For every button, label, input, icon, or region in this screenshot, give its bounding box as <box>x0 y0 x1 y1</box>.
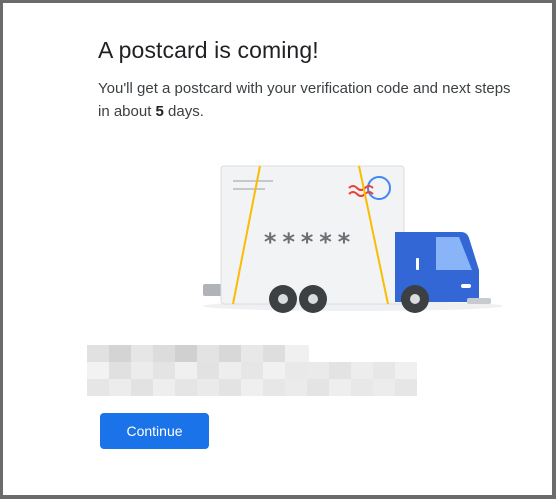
postcard-truck-illustration: ***** <box>203 165 503 313</box>
redacted-text-line <box>87 379 417 396</box>
postcard-dialog: A postcard is coming! You'll get a postc… <box>3 3 552 495</box>
delivery-days: 5 <box>155 103 164 120</box>
dialog-title: A postcard is coming! <box>98 37 319 63</box>
postcard-code-mask: ***** <box>263 228 355 256</box>
continue-button[interactable]: Continue <box>100 413 209 449</box>
redacted-text-line <box>87 345 417 362</box>
redacted-text-block <box>87 345 417 397</box>
dialog-description: You'll get a postcard with your verifica… <box>98 77 518 123</box>
description-text-end: days. <box>163 103 204 120</box>
redacted-text-line <box>87 362 417 379</box>
